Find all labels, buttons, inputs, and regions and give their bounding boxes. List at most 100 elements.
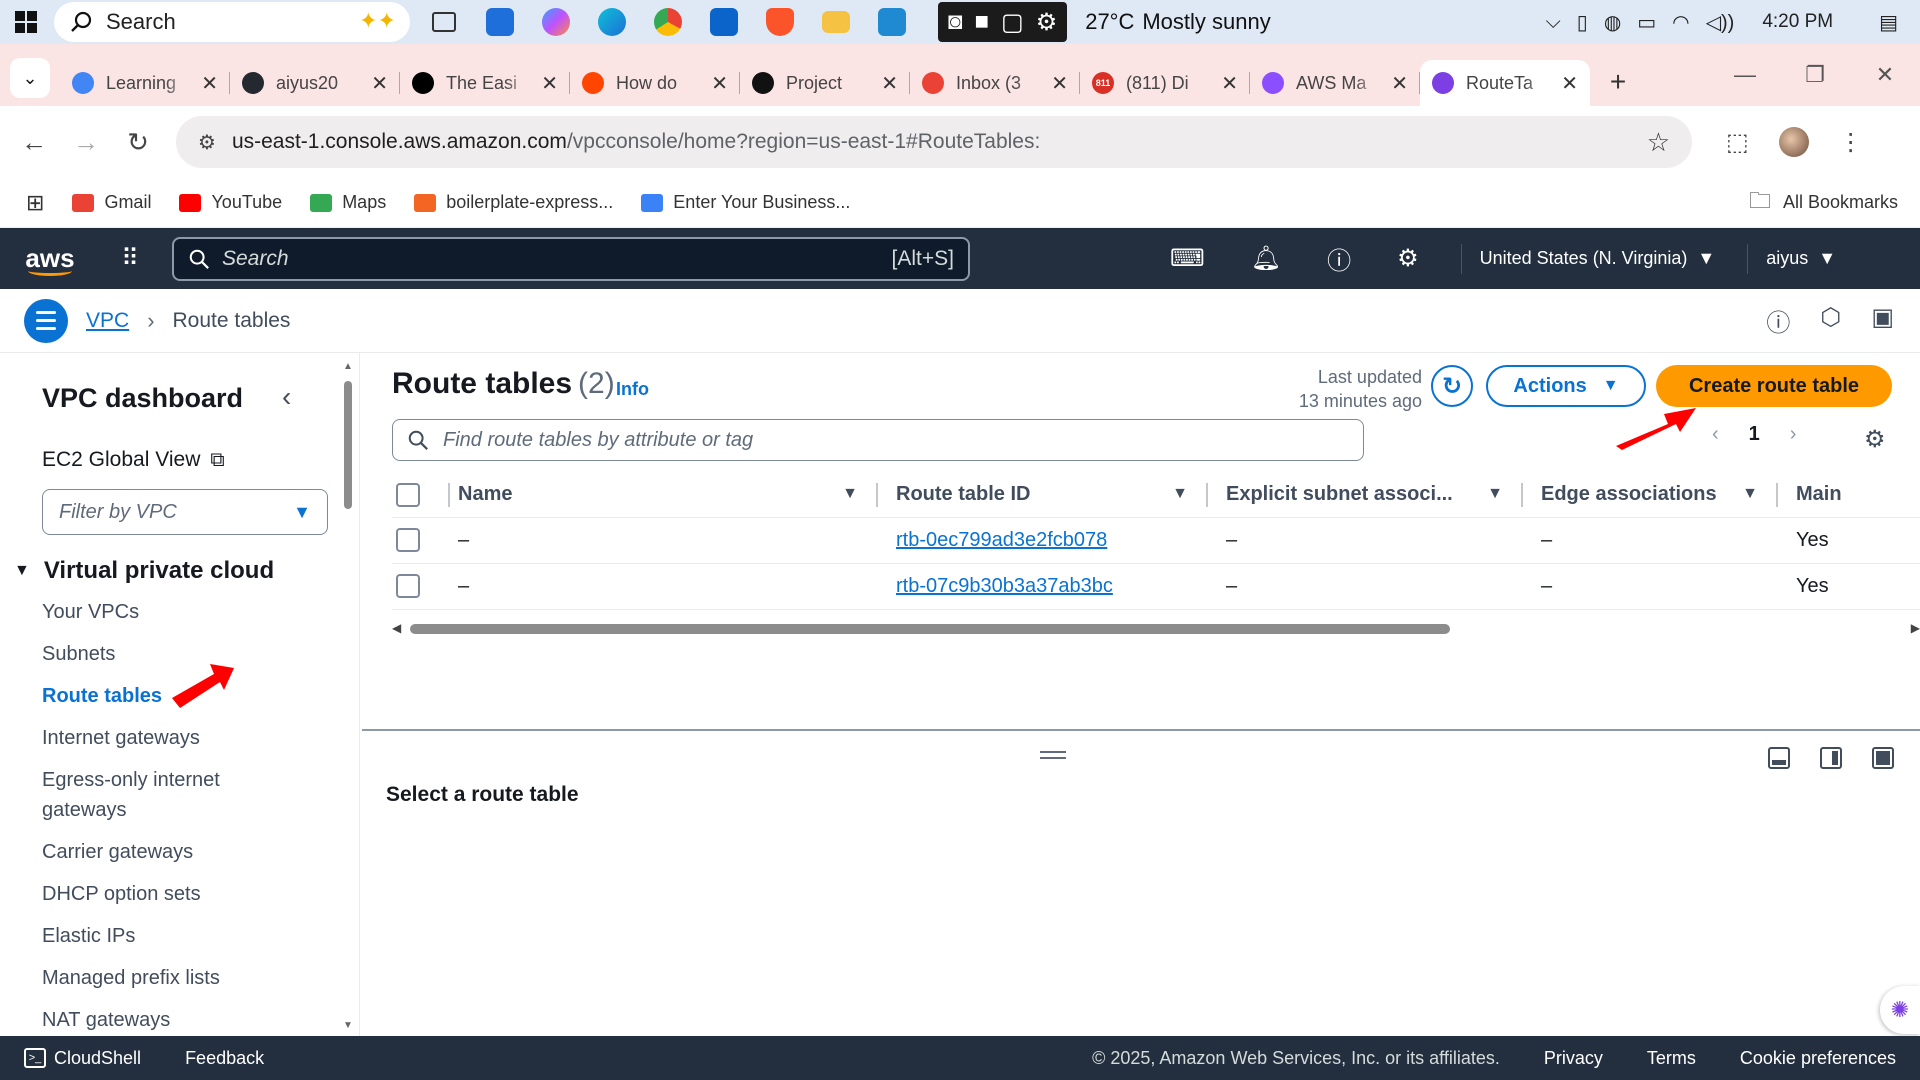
table-settings-gear-icon[interactable]: ⚙ [1864,425,1886,454]
table-row[interactable]: – rtb-0ec799ad3e2fcb078– – Yes [392,517,1920,564]
column-header-route-table-id[interactable]: Route table ID ▼ [878,473,1208,518]
refresh-button[interactable]: ↻ [1431,365,1473,407]
bookmark-item[interactable]: Maps [310,192,386,213]
table-horizontal-scrollbar[interactable]: ◀ ▶ [392,621,1920,637]
close-tab-icon[interactable]: ✕ [1561,71,1578,96]
sidebar-item-managed-prefix-lists[interactable]: Managed prefix lists [42,963,292,993]
cloudshell-icon[interactable]: ⌨ [1170,244,1205,273]
next-page-icon[interactable]: › [1790,423,1797,446]
window-icon[interactable]: ▢ [1001,8,1024,37]
region-selector[interactable]: United States (N. Virginia) ▼ [1460,243,1715,274]
sidebar-item-elastic-ips[interactable]: Elastic IPs [42,921,292,951]
aws-logo[interactable]: aws [0,228,100,289]
bookmark-item[interactable]: Enter Your Business... [641,192,850,213]
actions-button[interactable]: Actions ▼ [1486,365,1646,407]
sort-caret-icon[interactable]: ▼ [1742,485,1758,503]
section-virtual-private-cloud[interactable]: ▼ Virtual private cloud [14,557,274,585]
tab-search-chevron-icon[interactable]: ⌄ [10,58,50,98]
camera-icon[interactable]: ◙ [948,8,963,36]
close-tab-icon[interactable]: ✕ [1391,71,1408,96]
browser-tab[interactable]: aiyus20 ✕ [230,60,400,106]
browser-tab[interactable]: AWS Ma ✕ [1250,60,1420,106]
privacy-link[interactable]: Privacy [1544,1048,1603,1069]
cloudshell-link[interactable]: >_ CloudShell [24,1048,141,1069]
sidebar-item-egress-only-internet-gateways[interactable]: Egress-only internet gateways [42,765,292,825]
browser-tab[interactable]: Inbox (3 ✕ [910,60,1080,106]
profile-avatar[interactable] [1778,127,1809,157]
close-tab-icon[interactable]: ✕ [371,71,388,96]
vscode-icon[interactable] [866,0,918,44]
route-table-search-input[interactable]: Find route tables by attribute or tag [392,419,1364,461]
new-tab-icon[interactable]: + [1598,62,1638,102]
phone-link-icon[interactable]: ▯ [1577,10,1588,35]
chrome-menu-icon[interactable]: ⋮ [1839,128,1863,157]
row-checkbox[interactable] [396,574,420,598]
bookmark-star-icon[interactable]: ☆ [1647,127,1670,158]
chevron-up-icon[interactable]: ⌵ [1546,11,1561,34]
column-header-main[interactable]: Main [1778,473,1920,518]
minimize-icon[interactable]: — [1710,62,1780,88]
panel-side-icon[interactable] [1820,747,1842,769]
resize-handle[interactable] [1040,751,1066,759]
column-header-explicit-subnet[interactable]: Explicit subnet associ... ▼ [1208,473,1523,518]
sidebar-item-dhcp-option-sets[interactable]: DHCP option sets [42,879,292,909]
cookie-preferences-link[interactable]: Cookie preferences [1740,1048,1896,1069]
menu-icon[interactable] [24,298,68,343]
volume-icon[interactable]: ◁)) [1706,10,1735,35]
outlook-icon[interactable] [698,0,750,44]
taskbar-search[interactable]: Search ✦✦ [54,2,410,42]
bookmark-item[interactable]: YouTube [179,192,282,213]
sidebar-item-your-vpcs[interactable]: Your VPCs [42,597,292,627]
battery-icon[interactable]: ▭ [1637,10,1656,35]
create-route-table-button[interactable]: Create route table [1656,365,1892,407]
scroll-up-icon[interactable]: ▲ [343,361,353,372]
prev-page-icon[interactable]: ‹ [1712,423,1719,446]
windows-start-icon[interactable] [0,0,52,44]
assistant-brain-icon[interactable]: ✺ [1880,986,1920,1034]
page-number[interactable]: 1 [1749,423,1760,446]
sidebar-item-carrier-gateways[interactable]: Carrier gateways [42,837,292,867]
notifications-icon[interactable]: ▤ [1879,10,1898,35]
select-all-checkbox[interactable] [396,482,420,507]
all-bookmarks[interactable]: 🗀 All Bookmarks [1749,184,1898,222]
info-icon[interactable]: ⓘ [1766,303,1790,338]
services-grid-icon[interactable]: ⠿ [100,244,160,273]
sidebar-item-internet-gateways[interactable]: Internet gateways [42,723,292,753]
back-icon[interactable]: ← [8,127,60,158]
settings-gear-icon[interactable]: ⚙ [1036,8,1058,37]
extensions-icon[interactable]: ⬚ [1726,128,1749,157]
scroll-down-icon[interactable]: ▼ [343,1020,353,1031]
panel-icon[interactable]: ▣ [1871,303,1894,338]
reload-icon[interactable]: ↻ [112,127,164,158]
browser-tab[interactable]: How do ✕ [570,60,740,106]
apps-grid-icon[interactable]: ⊞ [26,190,44,216]
site-info-icon[interactable]: ⚙ [198,130,216,155]
sidebar-item-nat-gateways[interactable]: NAT gateways [42,1005,292,1035]
edge-icon[interactable] [586,0,638,44]
browser-tab[interactable]: Learning ✕ [60,60,230,106]
sort-caret-icon[interactable]: ▼ [1172,485,1188,503]
sort-caret-icon[interactable]: ▼ [1487,485,1503,503]
cell-route-table-id-link[interactable]: rtb-07c9b30b3a37ab3bc [878,563,1208,610]
scroll-left-icon[interactable]: ◀ [392,621,401,635]
scroll-right-icon[interactable]: ▶ [1911,621,1920,635]
panel-full-icon[interactable] [1872,747,1894,769]
vpn-icon[interactable]: ◍ [1604,10,1621,35]
close-tab-icon[interactable]: ✕ [1221,71,1238,96]
clock[interactable]: 4:20 PM [1762,11,1833,33]
cell-route-table-id-link[interactable]: rtb-0ec799ad3e2fcb078 [878,517,1208,564]
url-field[interactable]: ⚙ us-east-1.console.aws.amazon.com/vpcco… [176,116,1692,168]
sidebar-scrollbar[interactable]: ▲ ▼ [343,361,353,1031]
feedback-link[interactable]: Feedback [185,1048,264,1069]
wifi-icon[interactable]: ◠ [1672,10,1689,35]
row-checkbox[interactable] [396,528,420,552]
browser-tab[interactable]: 811 (811) Di ✕ [1080,60,1250,106]
restore-icon[interactable]: ❐ [1780,62,1850,88]
tab-route-tables-active[interactable]: RouteTa ✕ [1420,60,1590,106]
browser-tab[interactable]: Project ✕ [740,60,910,106]
aws-search-input[interactable]: Search [Alt+S] [172,236,970,281]
copilot-icon[interactable] [530,0,582,44]
close-tab-icon[interactable]: ✕ [201,71,218,96]
account-menu[interactable]: aiyus ▼ [1747,243,1836,274]
table-row[interactable]: – rtb-07c9b30b3a37ab3bc – – Yes [392,563,1920,610]
